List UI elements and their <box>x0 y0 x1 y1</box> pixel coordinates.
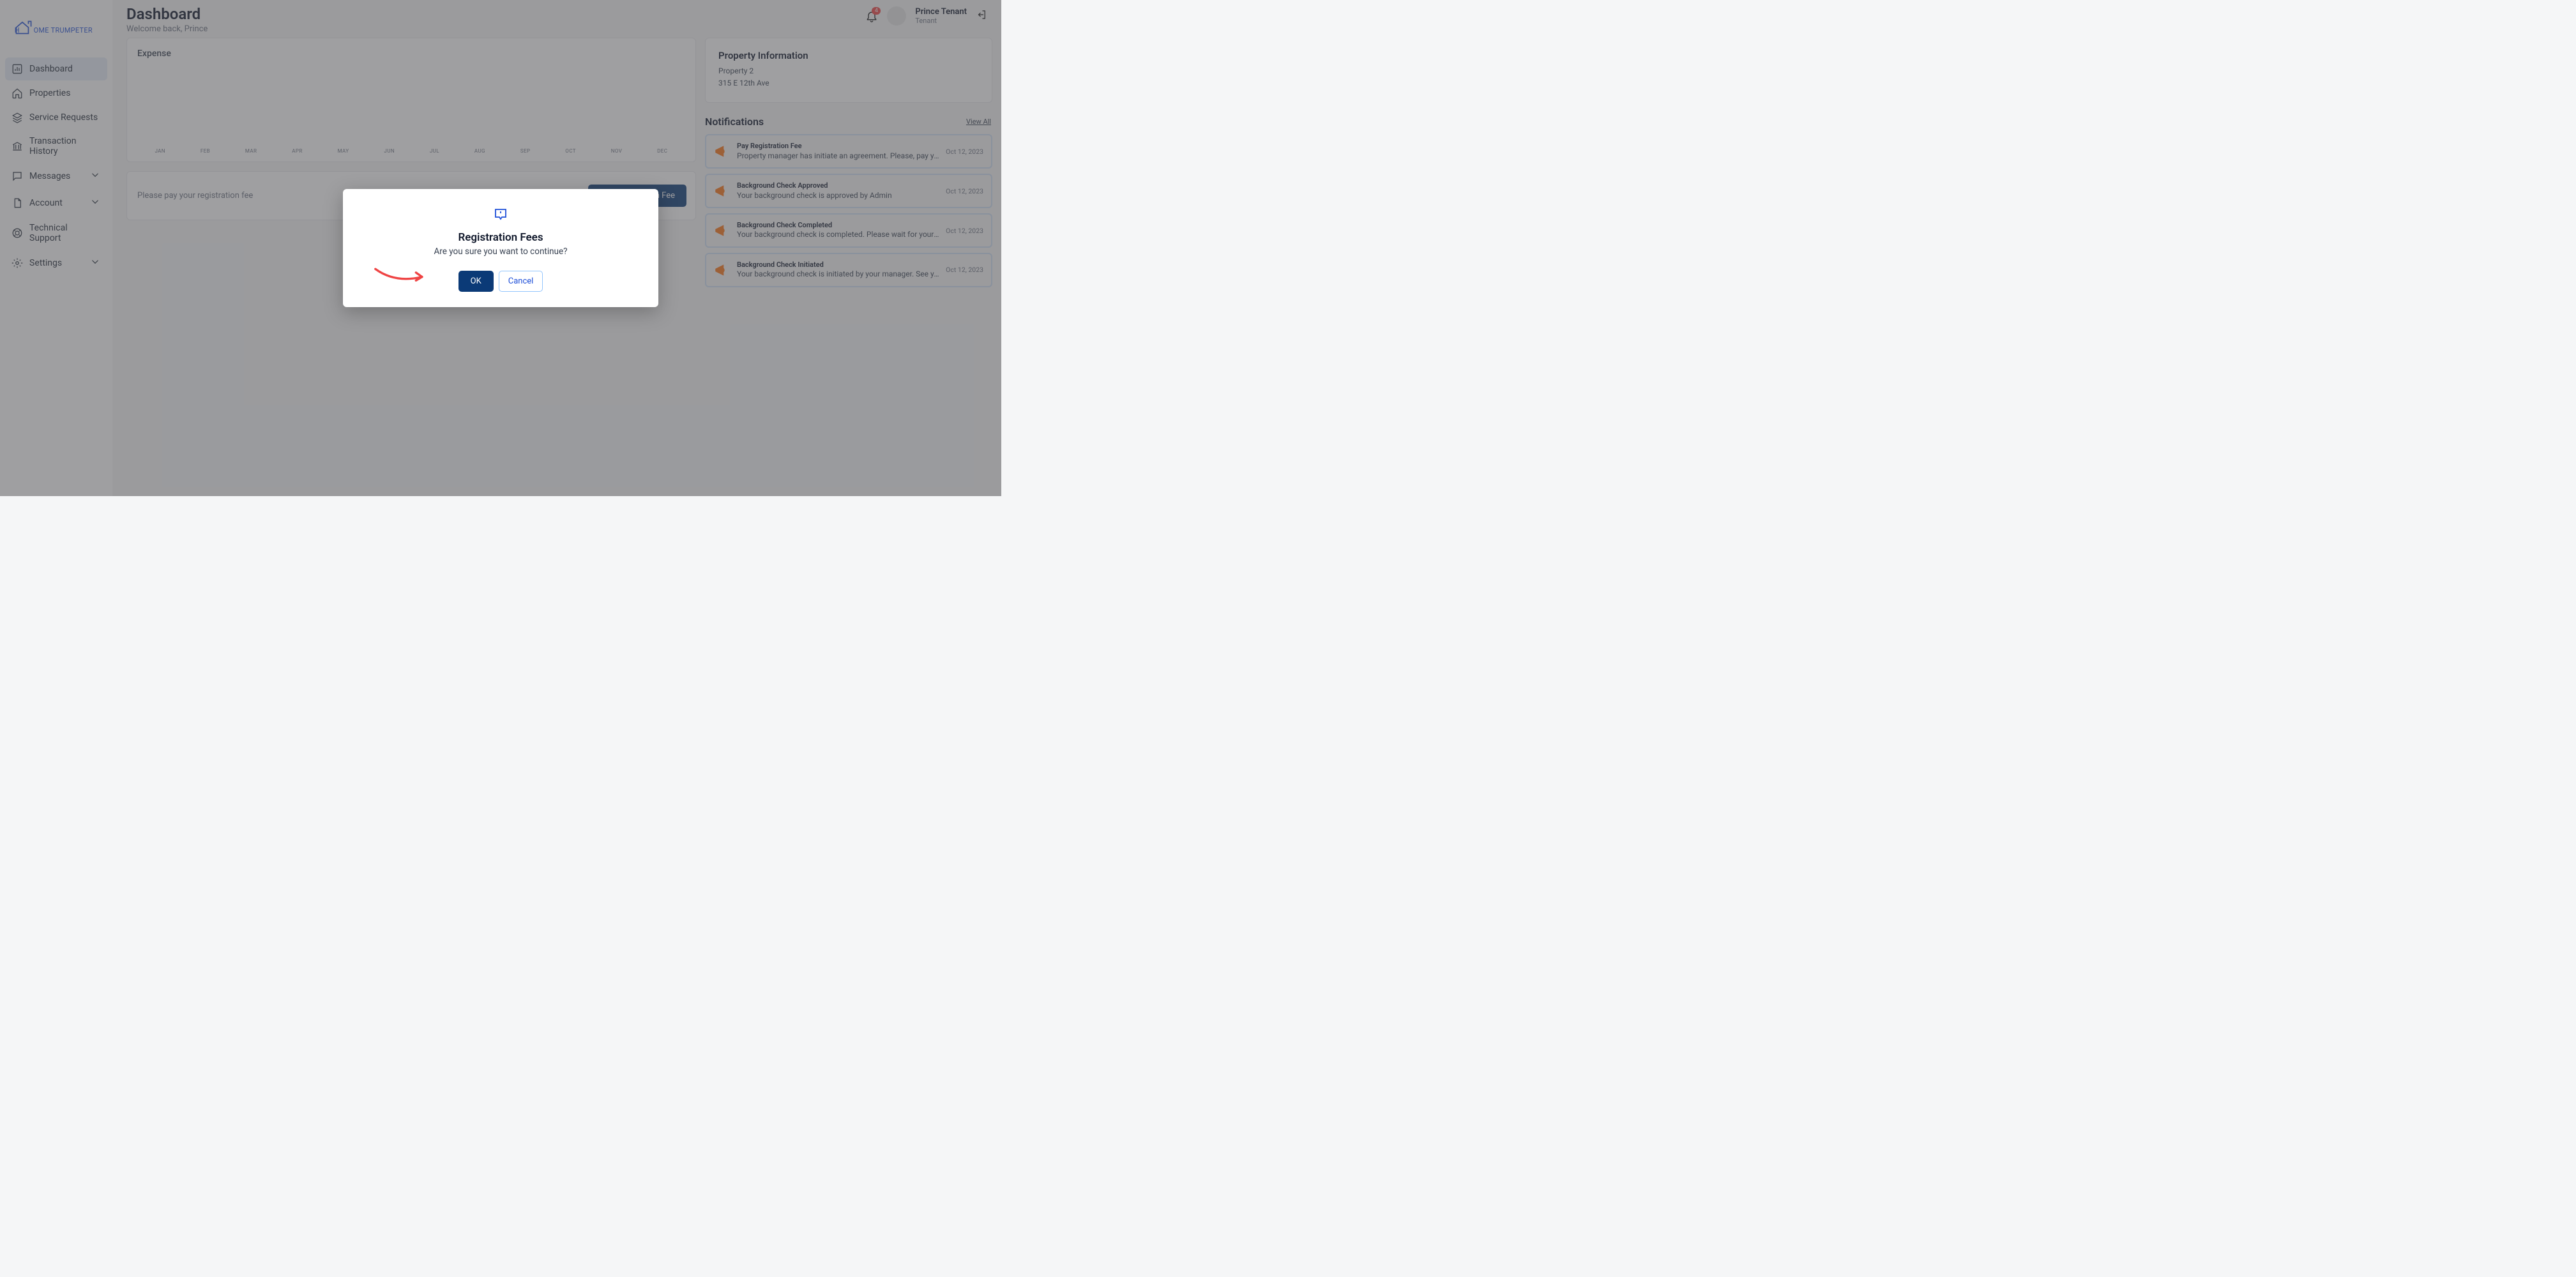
alert-icon <box>358 207 643 222</box>
ok-button[interactable]: OK <box>458 271 494 292</box>
modal-body: Are you sure you want to continue? <box>358 246 643 257</box>
modal-overlay[interactable]: Registration Fees Are you sure you want … <box>0 0 1001 496</box>
modal-title: Registration Fees <box>358 231 643 244</box>
registration-fees-modal: Registration Fees Are you sure you want … <box>343 189 658 307</box>
cancel-button[interactable]: Cancel <box>499 271 543 292</box>
